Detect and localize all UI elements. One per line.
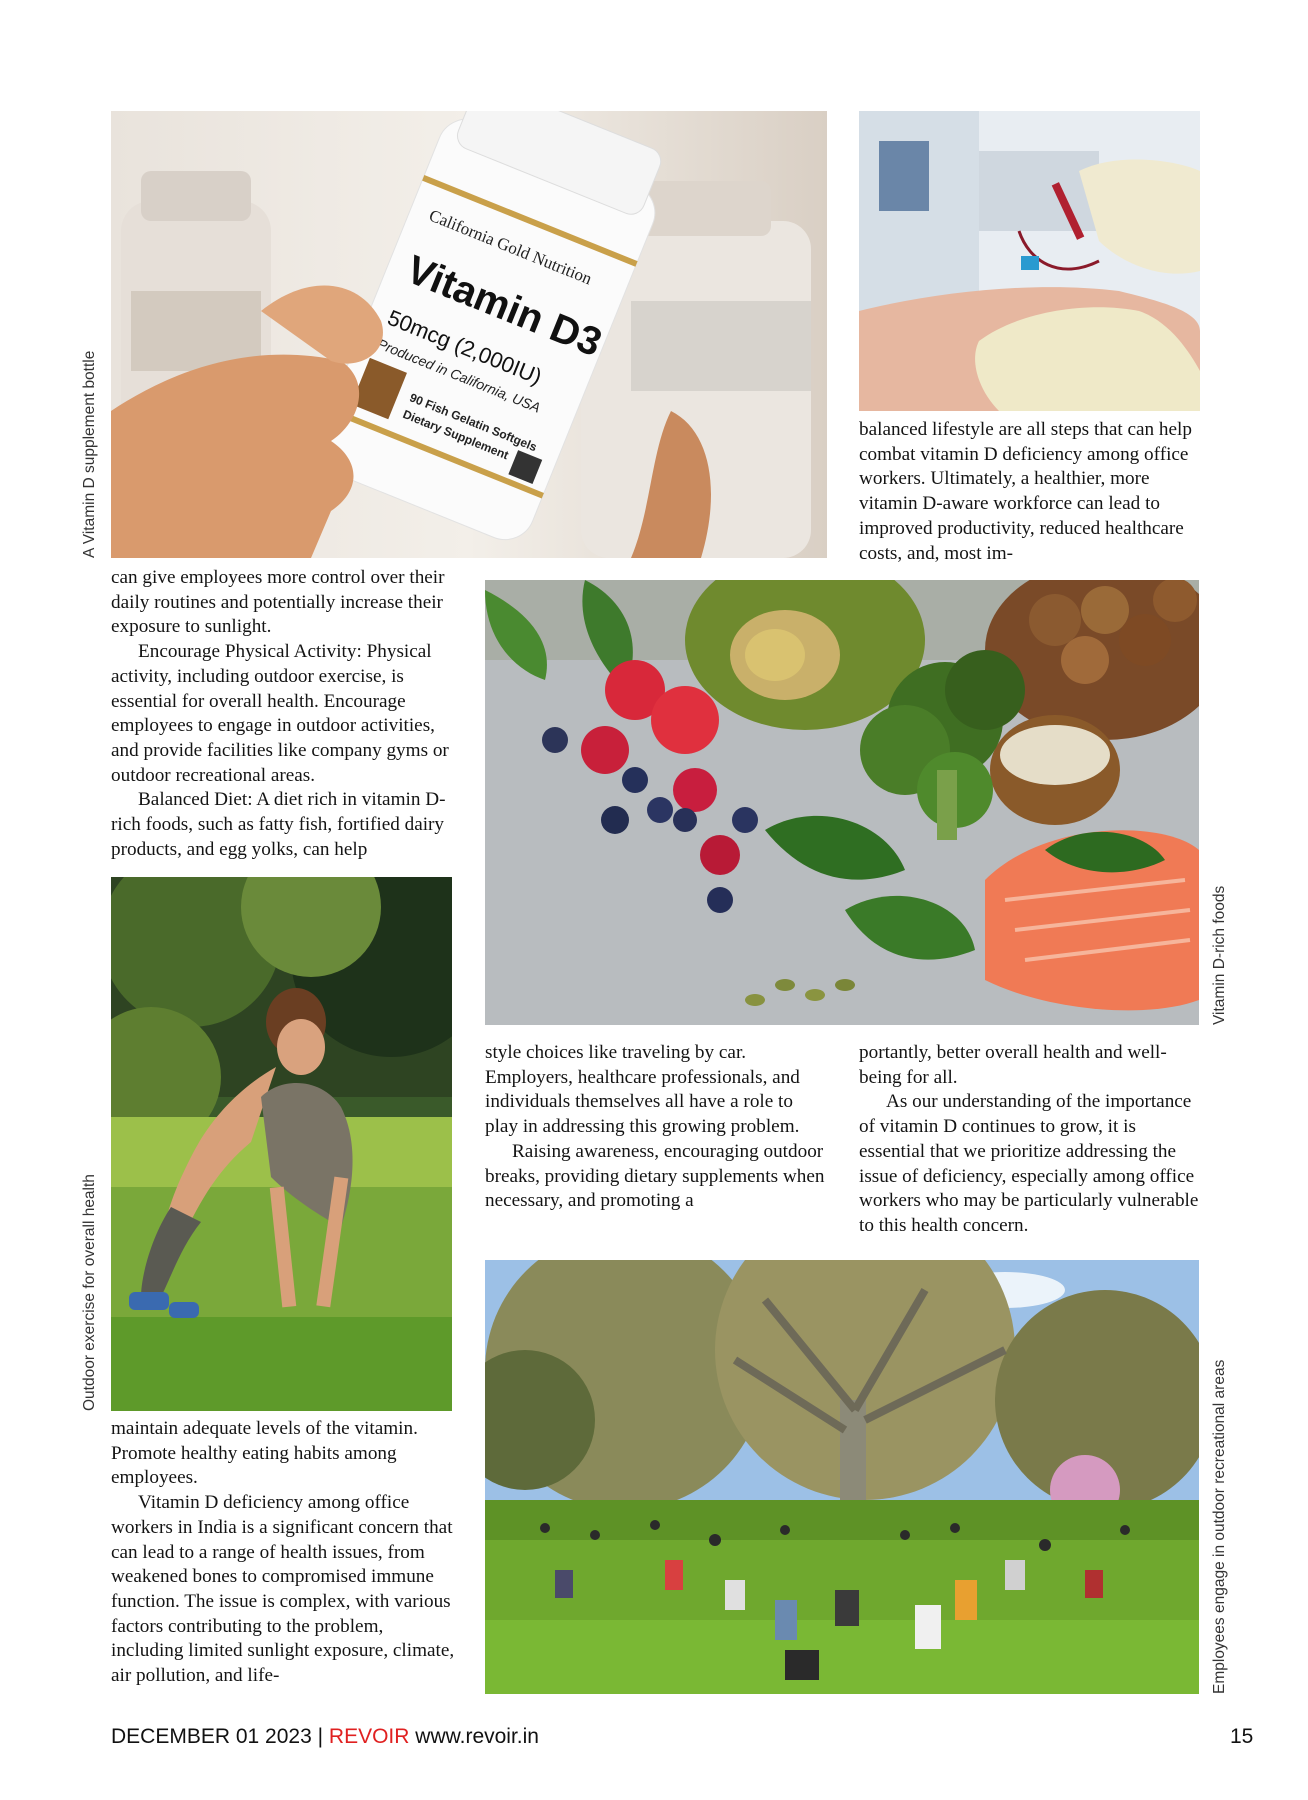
middle-column-text: style choices like traveling by car. Emp… xyxy=(485,1041,828,1214)
page-number: 15 xyxy=(1230,1725,1254,1748)
vitamin-d-foods-photo xyxy=(485,580,1199,1025)
paragraph: style choices like traveling by car. Emp… xyxy=(485,1042,800,1138)
exercise-photo-caption: Outdoor exercise for overall health xyxy=(81,1174,98,1411)
right-column-bottom-text: portantly, better overall health and wel… xyxy=(859,1041,1204,1239)
park-photo-caption: Employees engage in outdoor recreational… xyxy=(1211,1359,1228,1694)
magazine-brand: REVOIR xyxy=(328,1725,410,1748)
foods-photo-caption: Vitamin D-rich foods xyxy=(1211,885,1228,1025)
paragraph: Balanced Diet: A diet rich in vitamin D-… xyxy=(111,789,446,860)
vitamin-d-bottle-photo: California Gold Nutrition Vitamin D3 50m… xyxy=(111,111,827,558)
footer-separator: | xyxy=(317,1725,324,1748)
left-column-top-text: can give employees more control over the… xyxy=(111,566,454,862)
blood-test-photo xyxy=(859,111,1200,411)
paragraph: balanced lifestyle are all steps that ca… xyxy=(859,419,1192,564)
paragraph: can give employees more control over the… xyxy=(111,567,445,638)
paragraph: maintain adequate levels of the vitamin.… xyxy=(111,1418,418,1489)
paragraph: As our understanding of the importance o… xyxy=(859,1091,1199,1236)
paragraph: Vitamin D deficiency among office worker… xyxy=(111,1492,455,1687)
paragraph: portantly, better overall health and wel… xyxy=(859,1042,1167,1088)
paragraph: Encourage Physical Activity: Physical ac… xyxy=(111,641,449,786)
paragraph: Raising awareness, encouraging outdoor b… xyxy=(485,1140,825,1212)
outdoor-exercise-photo xyxy=(111,877,452,1411)
website-link[interactable]: www.revoir.in xyxy=(415,1725,539,1748)
right-column-top-text: balanced lifestyle are all steps that ca… xyxy=(859,418,1202,566)
issue-date: DECEMBER 01 2023 xyxy=(111,1725,312,1748)
bottle-photo-caption: A Vitamin D supplement bottle xyxy=(81,350,98,558)
footer: DECEMBER 01 2023 | REVOIR www.revoir.in xyxy=(111,1725,539,1749)
park-recreation-photo xyxy=(485,1260,1199,1694)
left-column-bottom-text: maintain adequate levels of the vitamin.… xyxy=(111,1417,456,1689)
